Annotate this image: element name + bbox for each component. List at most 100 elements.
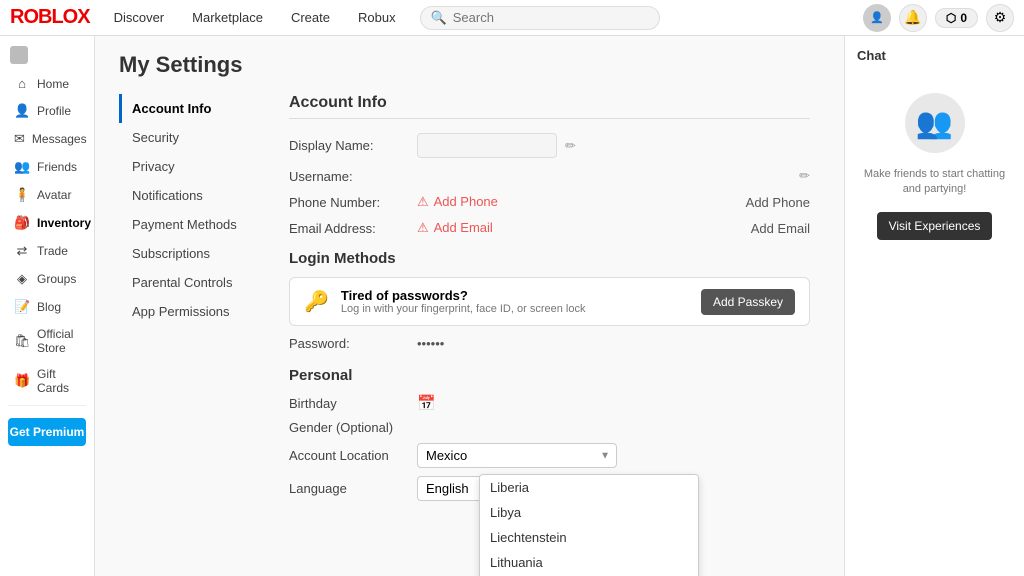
sidebar-item-profile[interactable]: 👤 Profile [4,97,90,125]
sidebar-item-groups[interactable]: ◈ Groups [4,265,90,293]
user-avatar-nav[interactable]: 👤 [863,4,891,32]
login-methods-title: Login Methods [289,250,810,267]
settings-nav-privacy[interactable]: Privacy [119,152,279,181]
dropdown-item[interactable]: Liechtenstein [480,525,698,550]
content-area: My Settings Account Info Security Privac… [95,36,1024,576]
password-row: Password: •••••• [289,336,810,351]
roblox-logo: ROBLOX [10,6,90,29]
settings-nav-parental-controls[interactable]: Parental Controls [119,268,279,297]
username-row: Username: ✏ [289,168,810,184]
settings-nav-subscriptions[interactable]: Subscriptions [119,239,279,268]
phone-label: Phone Number: [289,195,409,210]
passkey-subtitle: Log in with your fingerprint, face ID, o… [341,303,689,315]
profile-icon: 👤 [14,103,30,119]
messages-icon: ✉ [14,131,25,147]
passkey-title: Tired of passwords? [341,288,689,303]
passkey-card: 🔑 Tired of passwords? Log in with your f… [289,277,810,326]
settings-nav-payment-methods[interactable]: Payment Methods [119,210,279,239]
sidebar-label-avatar: Avatar [37,188,71,202]
dropdown-item[interactable]: Libya [480,500,698,525]
sidebar-label-trade: Trade [37,244,68,258]
nav-links: Discover Marketplace Create Robux [100,4,410,31]
nav-discover[interactable]: Discover [100,4,179,31]
display-name-label: Display Name: [289,138,409,153]
sidebar-label-inventory: Inventory [37,216,91,230]
settings-body: Account Info Security Privacy Notificati… [119,94,820,509]
settings-nav-security[interactable]: Security [119,123,279,152]
sidebar-item-trade[interactable]: ⇄ Trade [4,237,90,265]
phone-warning-icon: ⚠ [417,194,429,209]
chat-title: Chat [857,48,886,63]
location-select-wrapper: Mexico ▼ [417,443,617,468]
sidebar-item-official-store[interactable]: 🛍 Official Store [4,321,90,361]
dropdown-item[interactable]: Lithuania [480,550,698,575]
password-value: •••••• [417,336,810,351]
sidebar-item-blog[interactable]: 📝 Blog [4,293,90,321]
username-edit-icon[interactable]: ✏ [799,168,810,184]
user-avatar-icon: 👤 [870,11,884,24]
chat-avatar-placeholder: 👥 [905,93,965,153]
chat-message: Make friends to start chatting and party… [857,167,1012,198]
nav-create[interactable]: Create [277,4,344,31]
calendar-icon[interactable]: 📅 [417,394,436,412]
sidebar-item-home[interactable]: ⌂ Home [4,70,90,97]
phone-value: ⚠ Add Phone [417,194,738,210]
sidebar-label-blog: Blog [37,300,61,314]
settings-nav-account-info[interactable]: Account Info [119,94,279,123]
country-dropdown-list[interactable]: LiberiaLibyaLiechtensteinLithuaniaLuxemb… [479,474,699,576]
search-icon: 🔍 [431,10,447,26]
display-name-input[interactable] [417,133,557,158]
sidebar-item-friends[interactable]: 👥 Friends [4,153,90,181]
groups-icon: ◈ [14,271,30,287]
sidebar: ⌂ Home 👤 Profile ✉ Messages 0 👥 Friends … [0,36,95,576]
get-premium-button[interactable]: Get Premium [8,418,86,446]
robux-balance[interactable]: ⬡ 0 [935,8,978,28]
phone-action[interactable]: Add Phone [746,195,810,210]
email-warning-icon: ⚠ [417,220,429,235]
home-icon: ⌂ [14,76,30,91]
add-email-link[interactable]: Add Email [434,220,493,235]
add-passkey-button[interactable]: Add Passkey [701,289,795,315]
settings-nav-app-permissions[interactable]: App Permissions [119,297,279,326]
gender-label: Gender (Optional) [289,420,409,435]
settings-nav-icon[interactable]: ⚙ [986,4,1014,32]
email-value: ⚠ Add Email [417,220,743,236]
friends-icon: 👥 [14,159,30,175]
trade-icon: ⇄ [14,243,30,259]
chat-friends-icon: 👥 [916,106,953,141]
personal-title: Personal [289,367,810,384]
nav-search-bar[interactable]: 🔍 [420,6,660,30]
nav-marketplace[interactable]: Marketplace [178,4,277,31]
sidebar-item-avatar[interactable]: 🧍 Avatar [4,181,90,209]
search-input[interactable] [453,10,649,25]
sidebar-item-inventory[interactable]: 🎒 Inventory [4,209,90,237]
username-label: Username: [289,169,409,184]
sidebar-item-messages[interactable]: ✉ Messages 0 [4,125,90,153]
display-name-edit-icon[interactable]: ✏ [565,138,576,154]
passkey-icon: 🔑 [304,289,329,314]
robux-count: 0 [960,11,967,25]
location-select[interactable]: Mexico [417,443,617,468]
visit-experiences-button[interactable]: Visit Experiences [877,212,993,240]
settings-content: Account Info Display Name: ✏ Username: ✏ [279,94,820,501]
sidebar-user-area [0,40,94,70]
robux-icon: ⬡ [946,11,956,25]
settings-nav-notifications[interactable]: Notifications [119,181,279,210]
notifications-button[interactable]: 🔔 [899,4,927,32]
nav-robux[interactable]: Robux [344,4,410,31]
settings-panel: My Settings Account Info Security Privac… [95,36,844,576]
chat-panel: Chat 👥 Make friends to start chatting an… [844,36,1024,576]
language-label: Language [289,481,409,496]
sidebar-item-gift-cards[interactable]: 🎁 Gift Cards [4,361,90,401]
gift-icon: 🎁 [14,373,30,389]
add-phone-link[interactable]: Add Phone [434,194,498,209]
email-action[interactable]: Add Email [751,221,810,236]
sidebar-label-messages: Messages [32,132,87,146]
passkey-text: Tired of passwords? Log in with your fin… [341,288,689,315]
sidebar-label-groups: Groups [37,272,76,286]
phone-row: Phone Number: ⚠ Add Phone Add Phone [289,194,810,210]
dropdown-item[interactable]: Liberia [480,475,698,500]
sidebar-label-profile: Profile [37,104,71,118]
sidebar-label-gift-cards: Gift Cards [37,367,80,395]
inventory-icon: 🎒 [14,215,30,231]
